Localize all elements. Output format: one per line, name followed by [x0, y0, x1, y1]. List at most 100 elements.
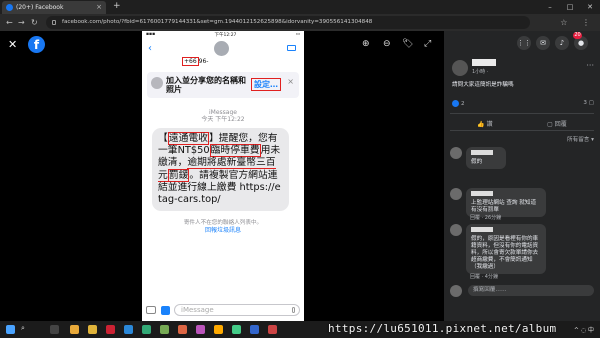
phone-status-bar: ▪▪▪ 下午12:27 ▭ — [142, 31, 304, 39]
reload-icon[interactable]: ↻ — [31, 14, 38, 31]
reply-input[interactable]: 撰寫回覆…… — [468, 285, 594, 296]
imessage-input[interactable]: iMessage — [174, 304, 300, 316]
folder-icon[interactable] — [88, 325, 97, 334]
zoom-in-icon[interactable]: ⊕ — [362, 39, 370, 49]
browser-toolbar-icons[interactable]: ☆ ⋮ — [560, 14, 596, 31]
address-bar-row: ← → ↻ facebook.com/photo/?fbid=617600177… — [0, 14, 600, 31]
facebook-logo[interactable]: f — [28, 36, 45, 53]
scam-message-bubble: 【遠通電收】提醒您，您有一筆NT$50臨時停車費用未繳清，逾期將處新臺幣三百元罰… — [152, 128, 289, 212]
fullscreen-icon[interactable]: ⤢ — [424, 39, 431, 49]
close-tab-icon[interactable]: × — [96, 1, 102, 14]
message-timestamp: iMessage 今天 下午12:22 — [201, 109, 245, 123]
app-icon[interactable] — [214, 325, 223, 334]
comment-bubble: 假的 — [466, 147, 506, 169]
phone-time: 下午12:27 — [214, 33, 237, 38]
app-icon[interactable] — [196, 325, 205, 334]
tag-icon[interactable]: 🏷 — [402, 39, 413, 49]
minimize-button[interactable]: – — [540, 0, 560, 14]
contact-avatar — [214, 41, 229, 56]
commenter-avatar[interactable] — [450, 224, 462, 236]
comment-meta[interactable]: 回覆 · 4分鐘 — [470, 273, 498, 280]
parking-fee-highlight: 臨時停車費 — [209, 144, 261, 158]
app-store-icon[interactable] — [161, 305, 170, 315]
notification-badge: 20 — [573, 32, 582, 39]
url-field[interactable]: facebook.com/photo/?fbid=617600177914433… — [46, 16, 530, 29]
browser-tab-bar: (20+) Facebook × + – □ ✕ — [0, 0, 600, 14]
browser-tab-facebook[interactable]: (20+) Facebook × — [2, 1, 106, 14]
tab-title: (20+) Facebook — [16, 4, 64, 11]
maximize-button[interactable]: □ — [560, 0, 580, 14]
back-icon[interactable]: ← — [6, 14, 13, 31]
my-avatar — [450, 285, 462, 297]
windows-start-icon[interactable] — [6, 325, 15, 334]
app-icon[interactable] — [124, 325, 133, 334]
comment-meta[interactable]: 回覆 · 26分鐘 — [470, 214, 501, 221]
comment-bubble: 假的，原因是看裡有你的車籍資料，但沒有你的電話資料，所以會寄欠款單請你去超商繳費… — [466, 224, 546, 274]
app-icon[interactable] — [178, 325, 187, 334]
report-junk-link[interactable]: 回報垃圾訊息 — [142, 227, 304, 235]
app-icon[interactable] — [142, 325, 151, 334]
window-controls: – □ ✕ — [540, 0, 600, 14]
close-icon[interactable]: × — [287, 77, 294, 86]
facebook-favicon-icon — [6, 4, 13, 11]
chrome-icon[interactable] — [70, 325, 79, 334]
url-text: facebook.com/photo/?fbid=617600177914433… — [62, 19, 373, 25]
poster-name-redacted — [472, 59, 496, 66]
carrier-signal-icon: ▪▪▪ — [146, 32, 156, 37]
commenter-name-redacted[interactable] — [471, 191, 493, 196]
sms-screenshot: ▪▪▪ 下午12:27 ▭ ‹ +66 96- 加入並分享您的名稱和照片 設定… … — [142, 31, 304, 321]
close-viewer-icon[interactable]: ✕ — [8, 36, 17, 53]
more-options-icon[interactable]: ··· — [586, 61, 594, 70]
notifications-icon[interactable]: ♪ — [555, 36, 569, 50]
commenter-avatar[interactable] — [450, 147, 462, 159]
lock-icon — [52, 20, 56, 25]
share-name-banner: 加入並分享您的名稱和照片 設定… × — [147, 72, 299, 98]
camera-icon[interactable] — [146, 306, 156, 314]
commenter-name-redacted[interactable] — [471, 150, 493, 155]
divider — [450, 113, 594, 114]
commenter-avatar[interactable] — [450, 188, 462, 200]
blog-watermark: https://lu651011.pixnet.net/album — [328, 322, 557, 335]
comment-sort-dropdown[interactable]: 所有留言 ▾ — [567, 135, 594, 143]
message-input-bar: iMessage — [142, 299, 304, 321]
microphone-icon[interactable] — [292, 307, 295, 313]
messenger-icon[interactable]: ✉ — [536, 36, 550, 50]
forward-icon[interactable]: → — [18, 14, 25, 31]
comment-bubble-icon: ▢ — [588, 100, 594, 106]
app-icon[interactable] — [160, 325, 169, 334]
zoom-out-icon[interactable]: ⊖ — [383, 39, 391, 49]
close-window-button[interactable]: ✕ — [580, 0, 600, 14]
app-icon[interactable] — [232, 325, 241, 334]
sender-number: +66 96- — [182, 57, 209, 66]
brand-highlight: 遠通電收 — [167, 132, 209, 145]
comment-bubble: 上監理站網站 查詢 就知道有沒有罰單 — [466, 188, 546, 217]
menu-grid-icon[interactable]: ⋮⋮ — [517, 36, 531, 50]
post-text: 請問大家這簡訊是詐騙嗎 — [452, 82, 514, 88]
comment-panel: ⋮⋮ ✉ ♪ ● 1小時 · ··· 請問大家這簡訊是詐騙嗎 2 3 ▢ 👍 讚… — [444, 31, 600, 321]
share-avatar — [151, 77, 163, 89]
reaction-count[interactable]: 2 — [452, 100, 465, 107]
commenter-name-redacted[interactable] — [471, 227, 493, 232]
new-tab-button[interactable]: + — [113, 0, 121, 13]
app-icon[interactable] — [268, 325, 277, 334]
like-button[interactable]: 👍 讚 — [477, 119, 492, 128]
search-icon[interactable]: ⌕ — [21, 324, 25, 333]
battery-icon: ▭ — [295, 32, 300, 37]
share-prompt: 加入並分享您的名稱和照片 — [166, 76, 246, 94]
comment-button[interactable]: ▢ 回覆 — [547, 119, 567, 128]
poster-avatar — [452, 60, 468, 76]
share-settings-button[interactable]: 設定… — [251, 78, 281, 91]
system-tray[interactable]: ^ ◌ 中 — [574, 325, 594, 334]
app-icon[interactable] — [106, 325, 115, 334]
divider — [450, 130, 594, 131]
post-actions: 👍 讚 ▢ 回覆 — [450, 119, 594, 128]
task-view-icon[interactable] — [50, 325, 59, 334]
video-call-icon[interactable] — [287, 45, 296, 51]
fine-highlight: 罰鍰 — [167, 168, 190, 182]
app-icon[interactable] — [250, 325, 259, 334]
back-chevron-icon[interactable]: ‹ — [148, 43, 152, 54]
message-header: ‹ +66 96- — [142, 39, 304, 69]
like-icon — [452, 100, 459, 107]
post-time: 1小時 · — [472, 69, 489, 75]
comment-count[interactable]: 3 ▢ — [583, 100, 594, 106]
